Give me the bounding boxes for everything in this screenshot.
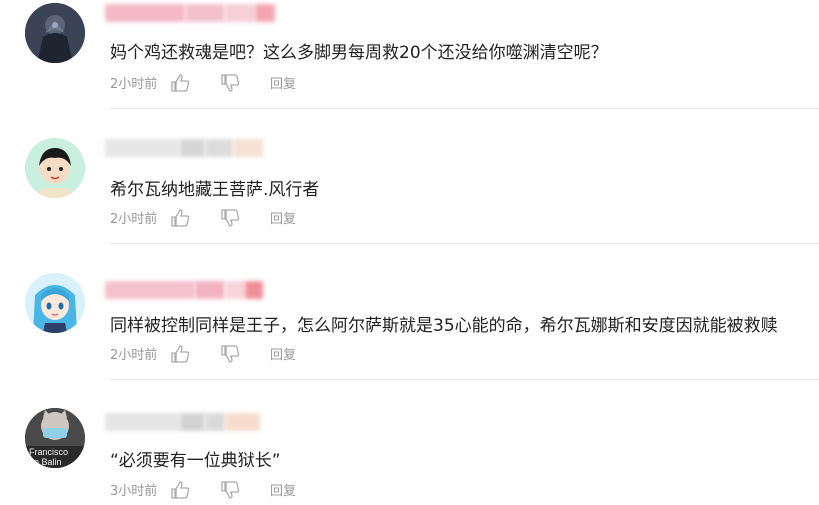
reply-button[interactable]: 回复	[270, 73, 296, 92]
avatar-text-line1: Francisco	[29, 447, 68, 457]
blue-hair-anime-girl-icon	[25, 273, 85, 333]
reply-button[interactable]: 回复	[270, 208, 296, 227]
cat-in-mask-icon: Francisco do Balin	[25, 408, 85, 468]
divider	[110, 108, 819, 109]
thumbs-up-icon[interactable]	[170, 208, 190, 227]
comment-actions: 3小时前 回复	[110, 480, 296, 499]
avatar[interactable]	[25, 273, 85, 333]
reply-button[interactable]: 回复	[270, 480, 296, 499]
username-blurred[interactable]	[105, 280, 263, 300]
thumbs-down-icon[interactable]	[220, 208, 240, 227]
thumbs-down-icon[interactable]	[220, 480, 240, 499]
reply-button[interactable]: 回复	[270, 344, 296, 363]
timestamp: 2小时前	[110, 348, 158, 363]
username-blurred[interactable]	[105, 412, 260, 432]
avatar[interactable]	[25, 138, 85, 198]
avatar[interactable]	[25, 3, 85, 63]
timestamp: 2小时前	[110, 77, 158, 92]
avatar-text-line2: do Balin	[29, 457, 62, 467]
comment-actions: 2小时前 回复	[110, 208, 296, 227]
comment-text: “必须要有一位典狱长”	[110, 451, 281, 471]
comment-actions: 2小时前 回复	[110, 73, 296, 92]
username-blurred[interactable]	[105, 3, 275, 23]
divider	[110, 379, 819, 380]
dark-armored-figure-icon	[25, 3, 85, 63]
divider	[110, 243, 819, 244]
timestamp: 3小时前	[110, 484, 158, 499]
comment-text: 希尔瓦纳地藏王菩萨.风行者	[110, 180, 320, 200]
cartoon-boy-icon	[25, 138, 85, 198]
avatar[interactable]: Francisco do Balin	[25, 408, 85, 468]
comment-actions: 2小时前 回复	[110, 344, 296, 363]
thumbs-up-icon[interactable]	[170, 344, 190, 363]
comment-text: 同样被控制同样是王子，怎么阿尔萨斯就是35心能的命，希尔瓦娜斯和安度因就能被救赎	[110, 316, 778, 336]
username-blurred[interactable]	[105, 138, 263, 158]
thumbs-down-icon[interactable]	[220, 344, 240, 363]
thumbs-up-icon[interactable]	[170, 73, 190, 92]
timestamp: 2小时前	[110, 212, 158, 227]
comment-text: 妈个鸡还救魂是吧？这么多脚男每周救20个还没给你噬渊清空呢？	[110, 43, 608, 63]
thumbs-down-icon[interactable]	[220, 73, 240, 92]
thumbs-up-icon[interactable]	[170, 480, 190, 499]
